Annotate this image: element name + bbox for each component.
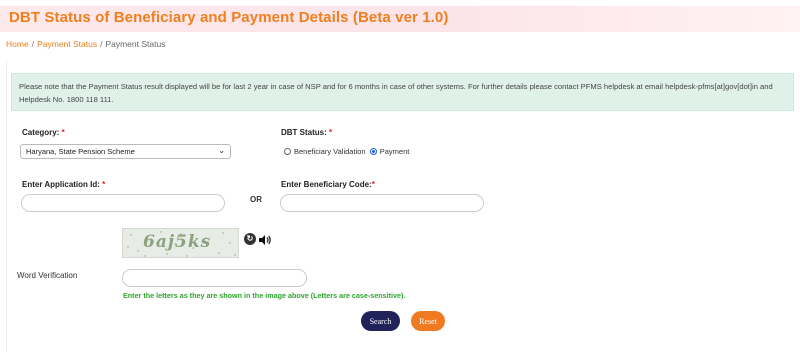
required-mark: * <box>329 128 333 137</box>
breadcrumb-separator: / <box>100 39 103 49</box>
radio-payment[interactable] <box>369 148 377 155</box>
radio-beneficiary-validation[interactable] <box>284 148 291 155</box>
breadcrumb-payment-status-link[interactable]: Payment Status <box>37 39 97 49</box>
required-mark: * <box>102 180 106 189</box>
category-label-text: Category: <box>22 128 60 137</box>
reset-button[interactable]: Reset <box>411 311 445 331</box>
notice-alert: Please note that the Payment Status resu… <box>11 73 794 111</box>
word-verification-input[interactable] <box>122 269 307 287</box>
speaker-icon[interactable] <box>258 233 272 251</box>
page-title: DBT Status of Beneficiary and Payment De… <box>9 9 449 26</box>
captcha-hint: Enter the letters as they are shown in t… <box>123 291 406 300</box>
chevron-down-icon: ⌄ <box>218 146 225 155</box>
category-select[interactable]: Haryana, State Pension Scheme ⌄ <box>20 144 231 159</box>
category-select-value: Haryana, State Pension Scheme <box>26 147 135 156</box>
captcha-text: 6aj5ks <box>143 232 212 252</box>
dbt-status-label-text: DBT Status: <box>281 128 327 137</box>
breadcrumb-current: Payment Status <box>105 39 166 49</box>
breadcrumb: Home / Payment Status / Payment Status <box>6 39 165 49</box>
radio-label-payment: Payment <box>379 147 410 156</box>
beneficiary-code-label: Enter Beneficiary Code:* <box>281 180 375 189</box>
captcha-image: 6aj5ks <box>122 228 239 258</box>
or-separator: OR <box>250 195 262 204</box>
refresh-icon[interactable]: ↻ <box>244 233 256 245</box>
word-verification-label: Word Verification <box>17 271 78 280</box>
application-id-input[interactable] <box>21 194 225 212</box>
beneficiary-code-label-text: Enter Beneficiary Code: <box>281 180 372 189</box>
application-id-label-text: Enter Application Id: <box>22 180 100 189</box>
dbt-status-label: DBT Status: * <box>281 128 332 137</box>
search-button[interactable]: Search <box>361 311 400 331</box>
breadcrumb-home-link[interactable]: Home <box>6 39 29 49</box>
required-mark: * <box>61 128 65 137</box>
required-mark: * <box>371 180 375 189</box>
category-label: Category: * <box>22 128 65 137</box>
dbt-status-radio-group: Beneficiary Validation Payment <box>284 147 409 156</box>
application-id-label: Enter Application Id: * <box>22 180 105 189</box>
beneficiary-code-input[interactable] <box>280 194 484 212</box>
breadcrumb-separator: / <box>31 39 35 49</box>
radio-label-beneficiary-validation: Beneficiary Validation <box>294 147 366 156</box>
